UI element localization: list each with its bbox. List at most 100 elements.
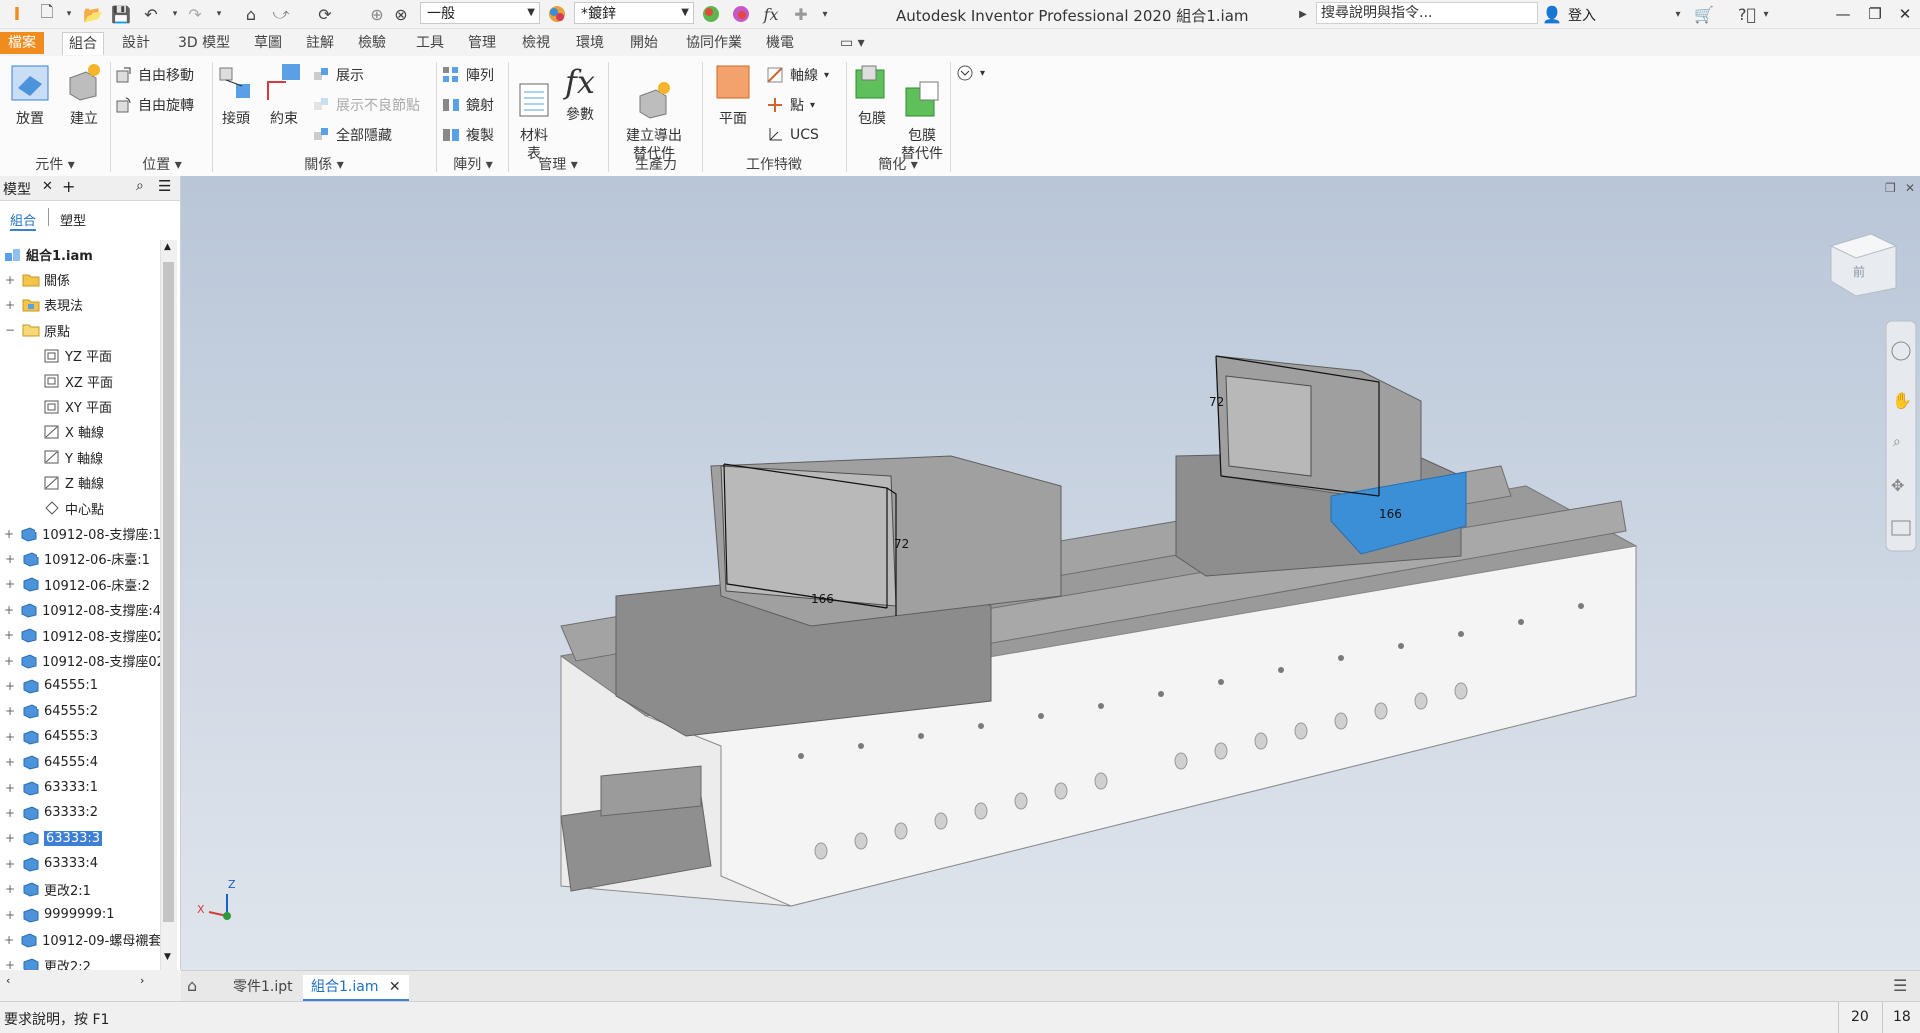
tab-8[interactable]: 管理: [462, 32, 502, 54]
left-block-face[interactable]: [720, 465, 897, 607]
component-panel-label[interactable]: 元件 ▾: [0, 154, 110, 174]
tree-item[interactable]: +10912-08-支撐座:4: [0, 597, 160, 622]
tree-item[interactable]: Z 軸線: [0, 470, 160, 495]
menu-icon[interactable]: ☰: [1893, 976, 1907, 995]
tab-10[interactable]: 環境: [570, 32, 610, 54]
expand-icon[interactable]: +: [4, 704, 16, 718]
tab-9[interactable]: 檢視: [516, 32, 556, 54]
help-dropdown-icon[interactable]: ▾: [1760, 4, 1772, 24]
tree-item[interactable]: +64555:1: [0, 673, 160, 698]
tab-7[interactable]: 工具: [410, 32, 450, 54]
chevron-up-icon[interactable]: ▲: [164, 242, 171, 252]
menu-icon[interactable]: ☰: [158, 177, 171, 195]
viewcube[interactable]: 前: [1829, 233, 1898, 297]
expand-icon[interactable]: +: [4, 958, 16, 970]
tab-2[interactable]: 設計: [116, 32, 156, 54]
chevron-right-icon[interactable]: ▶: [1296, 4, 1310, 24]
inventor-logo-icon[interactable]: I: [6, 4, 28, 25]
expand-icon[interactable]: +: [4, 273, 16, 287]
tree-item[interactable]: YZ 平面: [0, 343, 160, 368]
undo-icon[interactable]: ↶: [140, 4, 162, 24]
redo-icon[interactable]: ↷: [184, 4, 206, 24]
scrollbar-thumb[interactable]: [163, 262, 174, 922]
tree-item[interactable]: +64555:4: [0, 750, 160, 775]
hide-all-button[interactable]: 全部隱藏: [312, 124, 392, 146]
show-button[interactable]: 展示: [312, 64, 364, 86]
browser-tab-assembly[interactable]: 組合: [10, 210, 37, 231]
tree-item[interactable]: + 更改2:2: [0, 953, 160, 970]
tree-item[interactable]: +9999999:1: [0, 902, 160, 927]
appearance-icon[interactable]: [546, 4, 568, 24]
tree-item[interactable]: Y 軸線: [0, 445, 160, 470]
browser-hscrollbar[interactable]: ‹ ›: [0, 974, 160, 990]
tree-item[interactable]: +64555:2: [0, 699, 160, 724]
color-override-icon[interactable]: [700, 4, 722, 24]
help-icon[interactable]: ?⃝: [1736, 4, 1758, 24]
measure-icon[interactable]: ⊕: [366, 4, 388, 24]
expand-icon[interactable]: +: [4, 298, 16, 312]
close-button[interactable]: ✕: [1890, 2, 1920, 26]
expand-icon[interactable]: +: [4, 781, 16, 795]
tree-item[interactable]: +10912-06-床臺:1: [0, 546, 160, 571]
copy-button[interactable]: 複製: [442, 124, 494, 146]
expand-icon[interactable]: +: [4, 806, 16, 820]
browser-add-icon[interactable]: +: [62, 177, 75, 196]
select-icon[interactable]: ⤻: [270, 4, 292, 24]
add-icon[interactable]: ✚: [790, 4, 812, 24]
expand-icon[interactable]: +: [4, 628, 14, 642]
new-file-icon[interactable]: 🗋: [36, 2, 58, 24]
fx-icon[interactable]: fx: [760, 4, 782, 24]
pattern-panel-label[interactable]: 陣列 ▾: [438, 154, 508, 174]
viewport-close-icon[interactable]: ✕: [1905, 181, 1915, 195]
right-block-face[interactable]: [1225, 375, 1312, 477]
tab-13[interactable]: 機電: [760, 32, 800, 54]
tab-options-icon[interactable]: ▭ ▾: [834, 32, 871, 54]
create-button[interactable]: 建立: [62, 62, 106, 128]
home-icon[interactable]: ⌂: [240, 4, 262, 24]
browser-tab-modeling[interactable]: 塑型: [60, 210, 86, 229]
manage-panel-label[interactable]: 管理 ▾: [510, 154, 606, 174]
pattern-button[interactable]: 陣列: [442, 64, 494, 86]
tree-item[interactable]: +63333:1: [0, 775, 160, 800]
tree-item[interactable]: XY 平面: [0, 394, 160, 419]
expand-icon[interactable]: +: [4, 730, 16, 744]
navigation-bar[interactable]: [1885, 320, 1917, 552]
tab-11[interactable]: 開始: [624, 32, 664, 54]
ucs-button[interactable]: UCS: [766, 124, 819, 146]
expand-icon[interactable]: +: [4, 679, 16, 693]
clear-appearance-icon[interactable]: [730, 4, 752, 24]
joint-button[interactable]: 接頭: [216, 62, 256, 128]
collapse-icon[interactable]: −: [4, 323, 16, 337]
tree-item[interactable]: +63333:3: [0, 826, 160, 851]
close-icon[interactable]: ✕: [389, 979, 401, 995]
tree-item[interactable]: +10912-08-支撐座02: [0, 623, 160, 648]
tab-12[interactable]: 協同作業: [680, 32, 748, 54]
tree-item[interactable]: +10912-08-支撐座02: [0, 648, 160, 673]
model-canvas[interactable]: 166 72 166 72 X Z 前 ✋ ⌕ ✥ ❐ ✕: [181, 176, 1920, 970]
tree-item[interactable]: X 軸線: [0, 419, 160, 444]
tab-0[interactable]: 檔案: [0, 32, 44, 54]
search-icon[interactable]: ⌕: [136, 178, 144, 194]
style-select[interactable]: 一般 ▼: [420, 2, 540, 24]
relationships-panel-label[interactable]: 關係 ▾: [214, 154, 434, 174]
expand-icon[interactable]: +: [4, 577, 16, 591]
tree-item[interactable]: +10912-06-床臺:2: [0, 572, 160, 597]
tree-item[interactable]: − 原點: [0, 318, 160, 343]
expand-icon[interactable]: +: [4, 527, 14, 541]
update-icon[interactable]: ⟳: [314, 4, 336, 24]
free-move-button[interactable]: 自由移動: [114, 64, 194, 86]
expand-icon[interactable]: +: [4, 603, 14, 617]
chevron-down-icon[interactable]: ▼: [164, 952, 171, 962]
redo-dropdown-icon[interactable]: ▾: [214, 4, 224, 24]
tree-item[interactable]: + 更改2:1: [0, 877, 160, 902]
tree-item[interactable]: 中心點: [0, 496, 160, 521]
position-panel-label[interactable]: 位置 ▾: [112, 154, 212, 174]
cart-icon[interactable]: 🛒: [1692, 4, 1716, 24]
tab-4[interactable]: 草圖: [248, 32, 288, 54]
browser-close-icon[interactable]: ✕: [42, 179, 53, 194]
show-sick-button[interactable]: 展示不良節點: [312, 94, 420, 116]
expand-icon[interactable]: +: [4, 552, 16, 566]
tree-item[interactable]: +63333:2: [0, 800, 160, 825]
tab-6[interactable]: 檢驗: [352, 32, 392, 54]
doc-tab-part[interactable]: 零件1.ipt: [225, 975, 301, 999]
